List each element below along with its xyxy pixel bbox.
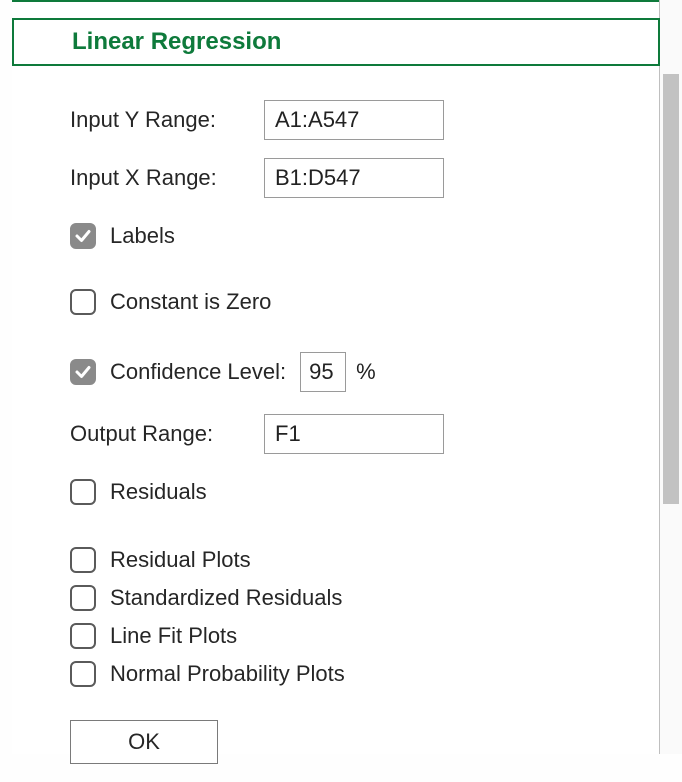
- input-y-range-field[interactable]: [264, 100, 444, 140]
- normal-prob-plots-row: Normal Probability Plots: [70, 656, 630, 692]
- confidence-level-row: Confidence Level: %: [70, 352, 630, 392]
- ok-button-row: OK: [70, 720, 630, 764]
- input-x-range-field[interactable]: [264, 158, 444, 198]
- scrollbar-thumb[interactable]: [663, 74, 679, 504]
- output-range-label: Output Range:: [70, 421, 250, 447]
- ok-button[interactable]: OK: [70, 720, 218, 764]
- confidence-level-field[interactable]: [300, 352, 346, 392]
- output-range-field[interactable]: [264, 414, 444, 454]
- labels-row: Labels: [70, 216, 630, 256]
- residuals-checkbox-label: Residuals: [110, 479, 207, 505]
- input-y-range-label: Input Y Range:: [70, 107, 250, 133]
- labels-checkbox-label: Labels: [110, 223, 175, 249]
- line-fit-plots-checkbox[interactable]: [70, 623, 96, 649]
- residual-plots-row: Residual Plots: [70, 542, 630, 578]
- labels-checkbox[interactable]: [70, 223, 96, 249]
- line-fit-plots-checkbox-label: Line Fit Plots: [110, 623, 237, 649]
- residual-plots-checkbox-label: Residual Plots: [110, 547, 251, 573]
- confidence-level-checkbox[interactable]: [70, 359, 96, 385]
- scrollbar-track[interactable]: [660, 0, 682, 754]
- residuals-checkbox[interactable]: [70, 479, 96, 505]
- section-header: Linear Regression: [12, 18, 660, 66]
- section-title: Linear Regression: [72, 28, 281, 56]
- constant-zero-checkbox-label: Constant is Zero: [110, 289, 271, 315]
- input-x-range-label: Input X Range:: [70, 165, 250, 191]
- dialog-body: Linear Regression Input Y Range: Input X…: [12, 0, 660, 754]
- confidence-level-label: Confidence Level:: [110, 359, 286, 385]
- input-x-range-row: Input X Range:: [70, 158, 630, 198]
- residuals-row: Residuals: [70, 472, 630, 512]
- check-icon: [74, 363, 92, 381]
- normal-prob-plots-checkbox[interactable]: [70, 661, 96, 687]
- constant-zero-checkbox[interactable]: [70, 289, 96, 315]
- top-divider: [12, 0, 659, 2]
- check-icon: [74, 227, 92, 245]
- residual-plots-checkbox[interactable]: [70, 547, 96, 573]
- std-residuals-checkbox[interactable]: [70, 585, 96, 611]
- input-y-range-row: Input Y Range:: [70, 100, 630, 140]
- normal-prob-plots-checkbox-label: Normal Probability Plots: [110, 661, 345, 687]
- std-residuals-checkbox-label: Standardized Residuals: [110, 585, 342, 611]
- constant-zero-row: Constant is Zero: [70, 282, 630, 322]
- std-residuals-row: Standardized Residuals: [70, 580, 630, 616]
- confidence-level-unit: %: [356, 359, 376, 385]
- form-area: Input Y Range: Input X Range: Labels Con…: [70, 100, 630, 782]
- output-range-row: Output Range:: [70, 414, 630, 454]
- line-fit-plots-row: Line Fit Plots: [70, 618, 630, 654]
